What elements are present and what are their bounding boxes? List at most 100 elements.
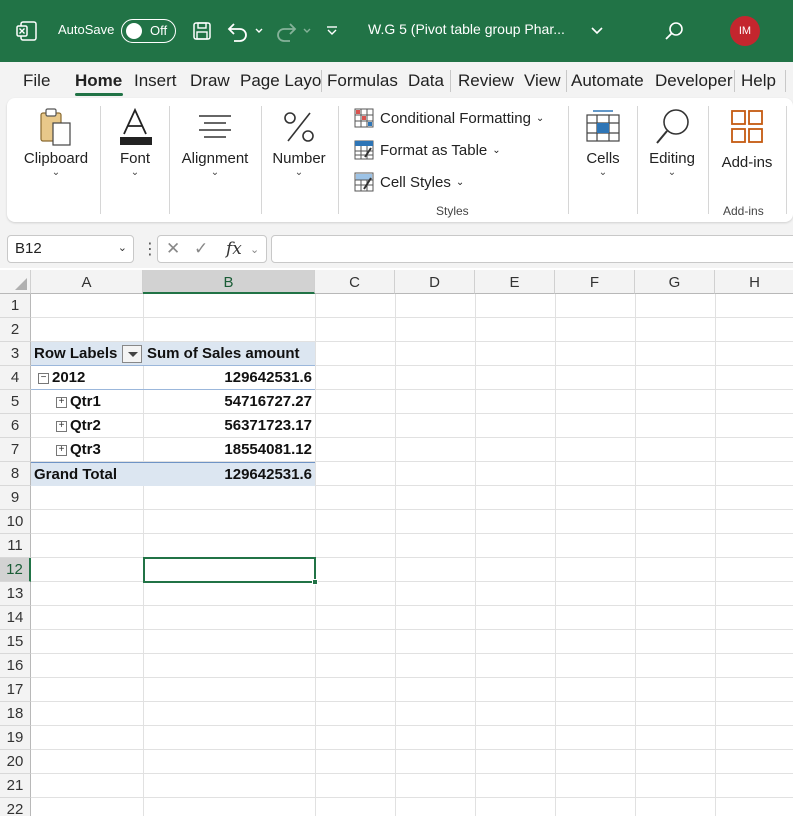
pivot-grand-total-label[interactable]: Grand Total <box>34 463 142 487</box>
gridline <box>555 294 556 816</box>
row-header[interactable]: 5 <box>0 390 31 414</box>
expand-icon[interactable]: + <box>56 421 67 432</box>
pivot-row-labels-header[interactable]: Row Labels <box>34 342 124 366</box>
row-header[interactable]: 4 <box>0 366 31 390</box>
row-header[interactable]: 20 <box>0 750 31 774</box>
active-cell-b12[interactable] <box>143 557 318 585</box>
row-header-selected[interactable]: 12 <box>0 558 31 582</box>
autosave-toggle[interactable]: Off <box>121 19 176 43</box>
row-header[interactable]: 22 <box>0 798 31 816</box>
tab-draw[interactable]: Draw <box>190 71 230 91</box>
tab-data[interactable]: Data <box>408 71 444 91</box>
column-header-b[interactable]: B <box>143 270 315 294</box>
tab-page-layout[interactable]: Page Layo <box>240 71 321 91</box>
expand-icon[interactable]: + <box>56 397 67 408</box>
format-as-table-button[interactable]: Format as Table ⌄ <box>354 140 501 160</box>
pivot-quarter-value[interactable]: 18554081.12 <box>147 438 312 462</box>
enter-icon[interactable]: ✓ <box>194 239 208 259</box>
row-header[interactable]: 17 <box>0 678 31 702</box>
pivot-quarter-label[interactable]: Qtr3 <box>70 438 130 462</box>
cells-icon <box>585 106 621 148</box>
row-header[interactable]: 19 <box>0 726 31 750</box>
undo-icon[interactable] <box>224 19 264 43</box>
row-header[interactable]: 2 <box>0 318 31 342</box>
row-header[interactable]: 9 <box>0 486 31 510</box>
alignment-button[interactable]: Alignment ⌄ <box>177 106 253 178</box>
filter-dropdown-button[interactable] <box>122 345 142 363</box>
pivot-year-label[interactable]: 2012 <box>52 366 132 390</box>
tab-automate[interactable]: Automate <box>571 71 644 91</box>
column-header-d[interactable]: D <box>395 270 475 294</box>
row-header[interactable]: 21 <box>0 774 31 798</box>
tab-home[interactable]: Home <box>75 71 122 91</box>
chevron-down-icon[interactable] <box>588 21 606 41</box>
column-header-h[interactable]: H <box>715 270 793 294</box>
chevron-down-icon: ⌄ <box>455 176 465 188</box>
row-header[interactable]: 6 <box>0 414 31 438</box>
row-header[interactable]: 3 <box>0 342 31 366</box>
more-options-icon[interactable]: ⋮ <box>142 239 158 259</box>
formula-input[interactable] <box>271 235 793 263</box>
excel-logo-icon[interactable] <box>14 18 40 44</box>
tab-help[interactable]: Help <box>741 71 776 91</box>
row-header[interactable]: 11 <box>0 534 31 558</box>
tab-formulas[interactable]: Formulas <box>327 71 398 91</box>
column-header-e[interactable]: E <box>475 270 555 294</box>
collapse-icon[interactable]: − <box>38 373 49 384</box>
column-header-c[interactable]: C <box>315 270 395 294</box>
pivot-grand-total-value[interactable]: 129642531.6 <box>147 463 312 487</box>
spreadsheet-grid[interactable]: A B C D E F G H 1 2 3 4 5 6 7 8 9 10 11 … <box>0 270 793 816</box>
row-header[interactable]: 1 <box>0 294 31 318</box>
cancel-icon[interactable]: ✕ <box>166 239 180 259</box>
document-title[interactable]: W.G 5 (Pivot table group Phar... <box>368 21 565 37</box>
chevron-down-icon: ⌄ <box>294 167 304 178</box>
pivot-year-value[interactable]: 129642531.6 <box>147 366 312 390</box>
tab-view[interactable]: View <box>524 71 561 91</box>
search-icon[interactable] <box>662 19 686 43</box>
cells-button[interactable]: Cells ⌄ <box>578 106 628 178</box>
row-header[interactable]: 7 <box>0 438 31 462</box>
row-header[interactable]: 18 <box>0 702 31 726</box>
column-header-f[interactable]: F <box>555 270 635 294</box>
fill-handle[interactable] <box>312 579 318 585</box>
pivot-quarter-label[interactable]: Qtr2 <box>70 414 130 438</box>
tab-developer[interactable]: Developer <box>655 71 733 91</box>
select-all-button[interactable] <box>0 270 31 294</box>
row-header[interactable]: 16 <box>0 654 31 678</box>
pivot-quarter-value[interactable]: 56371723.17 <box>147 414 312 438</box>
row-header[interactable]: 13 <box>0 582 31 606</box>
format-as-table-label: Format as Table <box>380 141 488 159</box>
group-separator <box>169 106 170 214</box>
tab-review[interactable]: Review <box>458 71 514 91</box>
editing-button[interactable]: Editing ⌄ <box>644 106 700 178</box>
conditional-formatting-button[interactable]: Conditional Formatting ⌄ <box>354 108 544 128</box>
tab-file[interactable]: File <box>23 71 50 91</box>
chevron-down-icon[interactable]: ⌄ <box>250 243 259 256</box>
row-header[interactable]: 8 <box>0 462 31 486</box>
pivot-value-header[interactable]: Sum of Sales amount <box>147 342 313 366</box>
pivot-quarter-value[interactable]: 54716727.27 <box>147 390 312 414</box>
number-button[interactable]: Number ⌄ <box>268 106 330 178</box>
formula-bar: B12 ⌄ ⋮ ✕ ✓ fx ⌄ <box>0 230 793 268</box>
pivot-quarter-label[interactable]: Qtr1 <box>70 390 130 414</box>
add-ins-button[interactable]: Add-ins <box>716 106 778 171</box>
name-box[interactable]: B12 ⌄ <box>7 235 134 263</box>
clipboard-button[interactable]: Clipboard ⌄ <box>17 106 95 178</box>
row-header[interactable]: 14 <box>0 606 31 630</box>
row-header[interactable]: 15 <box>0 630 31 654</box>
font-button[interactable]: Font ⌄ <box>107 106 163 178</box>
column-header-a[interactable]: A <box>31 270 143 294</box>
group-separator <box>637 106 638 214</box>
tab-insert[interactable]: Insert <box>134 71 177 91</box>
save-icon[interactable] <box>190 19 214 43</box>
column-header-g[interactable]: G <box>635 270 715 294</box>
redo-icon[interactable] <box>274 19 314 43</box>
row-header[interactable]: 10 <box>0 510 31 534</box>
ribbon-tabs: File Home Insert Draw Page Layo Formulas… <box>0 62 793 98</box>
cell-styles-button[interactable]: Cell Styles ⌄ <box>354 172 464 192</box>
gridline <box>475 294 476 816</box>
avatar[interactable]: IM <box>730 16 760 46</box>
expand-icon[interactable]: + <box>56 445 67 456</box>
customize-qat-icon[interactable] <box>322 19 342 43</box>
insert-function-button[interactable]: fx <box>226 239 242 259</box>
